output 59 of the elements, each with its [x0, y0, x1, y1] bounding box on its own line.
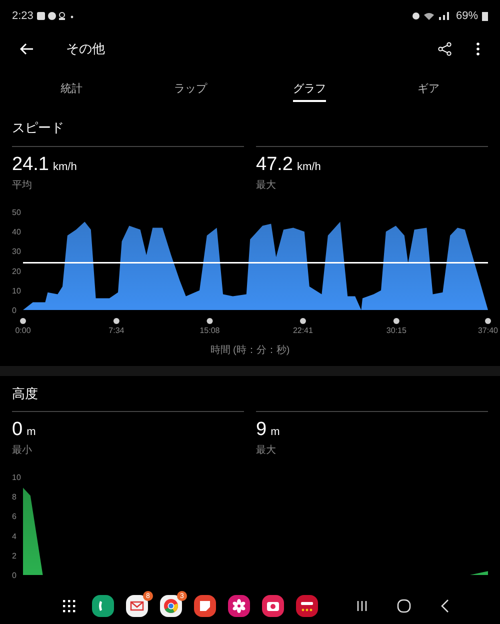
camera-app-icon[interactable]: [262, 595, 284, 617]
y-tick-label: 6: [12, 512, 16, 522]
tick-dot: [300, 318, 306, 324]
y-tick-label: 8: [12, 492, 16, 502]
x-tick-label: 22:41: [292, 326, 313, 334]
x-tick-label: 7:34: [108, 326, 124, 334]
y-tick-label: 40: [12, 227, 21, 236]
stat-label: 最小: [12, 444, 32, 458]
y-tick-label: 10: [12, 473, 21, 482]
browser-app-icon[interactable]: [160, 595, 182, 617]
phone-app-icon[interactable]: [92, 595, 114, 617]
stat-value: 9 m: [256, 420, 280, 439]
y-tick-label: 0: [12, 571, 16, 580]
stat-value: 0 m: [12, 420, 36, 439]
battery-percent: 69%: [456, 8, 478, 24]
tick-dot: [20, 318, 26, 324]
y-tick-label: 2: [12, 551, 16, 560]
clock: 2:23: [12, 8, 34, 24]
stat-value: 24.1 km/h: [12, 154, 77, 174]
menu-app-icon[interactable]: [296, 595, 318, 617]
stat-label: 最大: [256, 178, 276, 192]
axis-title: 時間 (時：分：秒): [210, 344, 290, 358]
tick-dot: [206, 318, 213, 324]
more-options-icon[interactable]: [476, 42, 480, 56]
y-tick-label: 30: [12, 246, 21, 256]
flower-app-icon[interactable]: [228, 595, 250, 617]
x-tick-label: 0:00: [15, 326, 31, 334]
page-title: その他: [66, 40, 105, 58]
mail-app-icon[interactable]: [126, 595, 148, 617]
stat-label: 最大: [256, 444, 276, 458]
tick-dot: [113, 318, 120, 324]
note-app-icon[interactable]: [194, 595, 216, 617]
section-title: 高度: [12, 384, 38, 402]
y-tick-label: 10: [12, 286, 21, 295]
y-tick-label: 20: [12, 266, 21, 276]
home-icon[interactable]: [396, 599, 411, 613]
back-icon[interactable]: [440, 599, 450, 613]
tab[interactable]: ラップ: [174, 78, 207, 102]
y-tick-label: 0: [12, 306, 16, 314]
x-tick-label: 15:08: [200, 326, 220, 334]
system-status-icons: [412, 11, 452, 21]
y-tick-label: 50: [12, 208, 21, 216]
tab[interactable]: ギア: [418, 78, 440, 102]
y-tick-label: 4: [12, 532, 16, 541]
back-arrow-icon[interactable]: [20, 43, 34, 55]
notification-icons: [37, 11, 76, 21]
recents-icon[interactable]: [356, 600, 368, 612]
section-title: スピード: [12, 119, 64, 137]
share-icon[interactable]: [438, 42, 452, 56]
battery-icon: [482, 11, 488, 21]
stat-label: 平均: [12, 178, 32, 192]
tick-dot: [485, 318, 491, 324]
apps-grid-icon[interactable]: [62, 599, 76, 613]
tab[interactable]: グラフ: [293, 78, 326, 102]
tab[interactable]: 統計: [60, 78, 82, 102]
x-tick-label: 30:15: [386, 326, 406, 334]
x-tick-label: 37:40: [478, 326, 498, 334]
tick-dot: [393, 318, 400, 324]
stat-value: 47.2 km/h: [256, 154, 321, 174]
